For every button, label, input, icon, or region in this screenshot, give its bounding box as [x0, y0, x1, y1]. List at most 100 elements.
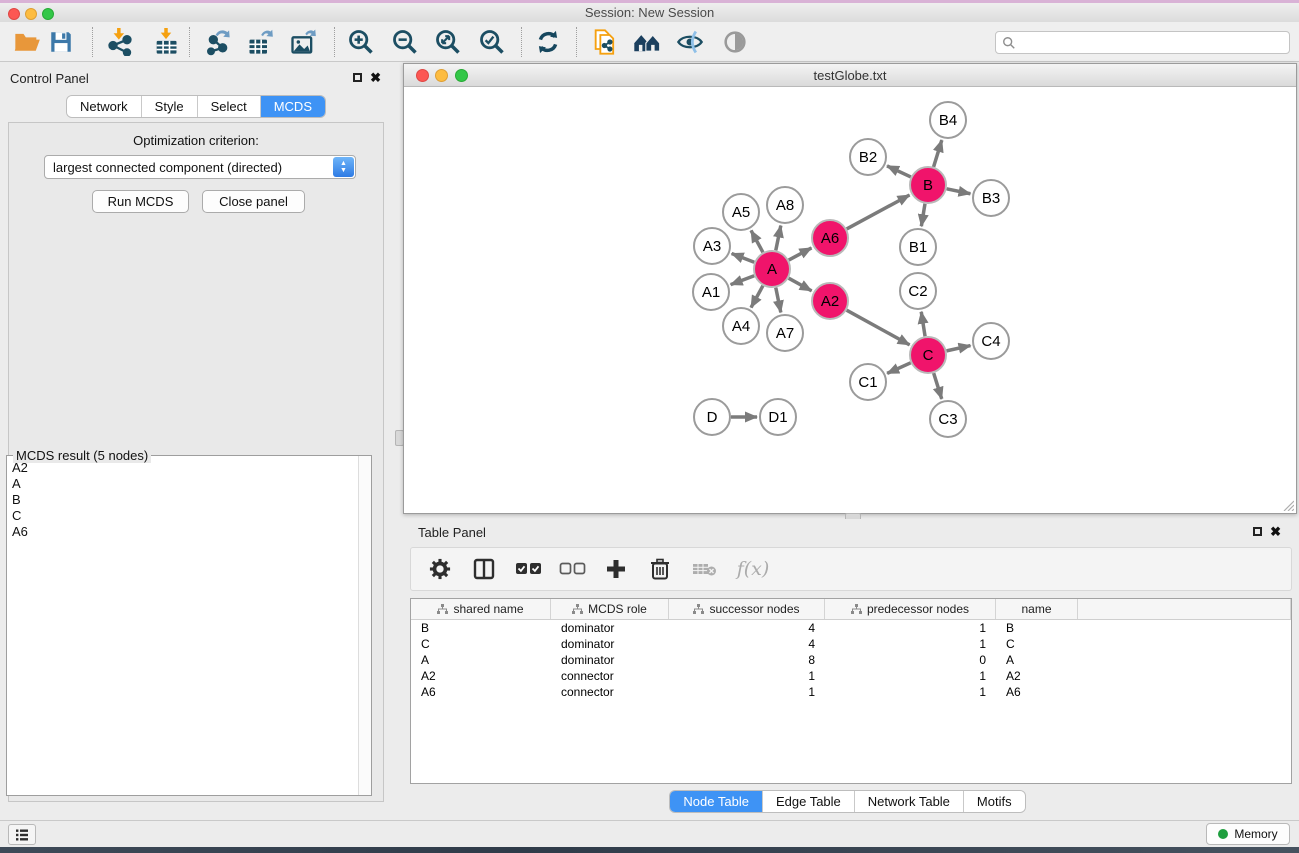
run-mcds-button[interactable]: Run MCDS: [92, 190, 189, 213]
window-resize-grip[interactable]: [1281, 498, 1294, 511]
node-A3[interactable]: A3: [694, 228, 730, 264]
node-C1[interactable]: C1: [850, 364, 886, 400]
tab-motifs[interactable]: Motifs: [964, 791, 1025, 812]
zoom-in-button[interactable]: [343, 25, 379, 59]
edge-A6-B[interactable]: [847, 195, 910, 229]
edge-A-A2[interactable]: [789, 278, 812, 291]
close-panel-button[interactable]: Close panel: [202, 190, 305, 213]
node-A[interactable]: A: [754, 251, 790, 287]
table-row[interactable]: Bdominator41B: [411, 620, 1291, 636]
edge-A-A1[interactable]: [731, 276, 755, 285]
show-panel-list-button[interactable]: [8, 824, 36, 845]
show-graphics-details-button[interactable]: [717, 25, 753, 59]
import-network-button[interactable]: [102, 25, 138, 59]
node-A5[interactable]: A5: [723, 194, 759, 230]
result-scrollbar[interactable]: [358, 456, 371, 795]
memory-button[interactable]: Memory: [1206, 823, 1290, 845]
edge-A-A3[interactable]: [732, 254, 755, 263]
mcds-result-item[interactable]: A: [7, 476, 358, 492]
edge-A-A6[interactable]: [789, 248, 812, 260]
add-column-button[interactable]: [601, 559, 631, 579]
node-B[interactable]: B: [910, 167, 946, 203]
tab-network[interactable]: Network: [67, 96, 142, 117]
tab-select[interactable]: Select: [198, 96, 261, 117]
edge-A-A4[interactable]: [751, 286, 763, 308]
edge-C-C3[interactable]: [934, 373, 942, 399]
table-row[interactable]: Adominator80A: [411, 652, 1291, 668]
edge-C-C4[interactable]: [947, 346, 971, 351]
edge-C-C1[interactable]: [887, 363, 911, 374]
hide-panels-button[interactable]: [672, 25, 708, 59]
column-header-name[interactable]: name: [996, 599, 1078, 619]
criterion-dropdown[interactable]: largest connected component (directed) ▲…: [44, 155, 356, 179]
delete-column-button[interactable]: [645, 558, 675, 580]
tab-network-table[interactable]: Network Table: [855, 791, 964, 812]
node-A4[interactable]: A4: [723, 308, 759, 344]
node-A6[interactable]: A6: [812, 220, 848, 256]
close-table-panel-icon[interactable]: ✖: [1270, 524, 1281, 540]
network-window-titlebar[interactable]: testGlobe.txt: [404, 64, 1296, 87]
table-settings-button[interactable]: [425, 558, 455, 580]
table-row[interactable]: A2connector11A2: [411, 668, 1291, 684]
node-C3[interactable]: C3: [930, 401, 966, 437]
deselect-all-button[interactable]: [557, 561, 587, 577]
tab-edge-table[interactable]: Edge Table: [763, 791, 855, 812]
node-B1[interactable]: B1: [900, 229, 936, 265]
float-table-panel-icon[interactable]: [1253, 524, 1262, 539]
edge-A-A5[interactable]: [751, 230, 763, 252]
column-header-MCDS-role[interactable]: MCDS role: [551, 599, 669, 619]
node-table[interactable]: shared nameMCDS rolesuccessor nodesprede…: [410, 598, 1292, 784]
table-row[interactable]: A6connector11A6: [411, 684, 1291, 700]
node-D1[interactable]: D1: [760, 399, 796, 435]
edge-B-B1[interactable]: [921, 204, 925, 227]
network-canvas[interactable]: B4B2BB3A8A5A6A3B1AC2A1A2A4A7C4CC1DD1C3: [404, 87, 1296, 513]
clone-network-button[interactable]: [587, 25, 623, 59]
toggle-columns-button[interactable]: [469, 557, 499, 581]
network-graph[interactable]: B4B2BB3A8A5A6A3B1AC2A1A2A4A7C4CC1DD1C3: [404, 87, 1296, 513]
node-C2[interactable]: C2: [900, 273, 936, 309]
node-A8[interactable]: A8: [767, 187, 803, 223]
float-panel-icon[interactable]: [353, 70, 362, 85]
edge-A-A8[interactable]: [776, 226, 781, 251]
column-header-predecessor-nodes[interactable]: predecessor nodes: [825, 599, 996, 619]
zoom-selected-button[interactable]: [474, 25, 510, 59]
export-image-button[interactable]: [285, 25, 321, 59]
edge-B-B4[interactable]: [934, 140, 942, 167]
mcds-result-item[interactable]: A2: [7, 460, 358, 476]
node-B3[interactable]: B3: [973, 180, 1009, 216]
search-input[interactable]: [1020, 36, 1289, 50]
mcds-result-item[interactable]: B: [7, 492, 358, 508]
zoom-fit-button[interactable]: [430, 25, 466, 59]
edge-A2-C[interactable]: [847, 310, 910, 345]
column-header-successor-nodes[interactable]: successor nodes: [669, 599, 825, 619]
zoom-out-button[interactable]: [387, 25, 423, 59]
tab-mcds[interactable]: MCDS: [261, 96, 325, 117]
edge-A-A7[interactable]: [776, 288, 781, 313]
import-table-button[interactable]: [148, 25, 184, 59]
node-A2[interactable]: A2: [812, 283, 848, 319]
export-table-button[interactable]: [242, 25, 278, 59]
refresh-layout-button[interactable]: [530, 25, 566, 59]
table-row[interactable]: Cdominator41C: [411, 636, 1291, 652]
mcds-result-item[interactable]: C: [7, 508, 358, 524]
node-C[interactable]: C: [910, 337, 946, 373]
node-B4[interactable]: B4: [930, 102, 966, 138]
tab-node-table[interactable]: Node Table: [670, 791, 763, 812]
tab-style[interactable]: Style: [142, 96, 198, 117]
node-A1[interactable]: A1: [693, 274, 729, 310]
edge-B-B3[interactable]: [947, 189, 971, 194]
network-search-box[interactable]: [995, 31, 1290, 54]
node-A7[interactable]: A7: [767, 315, 803, 351]
node-B2[interactable]: B2: [850, 139, 886, 175]
node-C4[interactable]: C4: [973, 323, 1009, 359]
select-all-button[interactable]: [513, 561, 543, 577]
export-network-button[interactable]: [200, 25, 236, 59]
open-file-button[interactable]: [9, 25, 45, 59]
mcds-result-list[interactable]: A2ABCA6: [7, 460, 358, 795]
edge-C-C2[interactable]: [921, 312, 925, 336]
edge-B-B2[interactable]: [887, 166, 911, 177]
mcds-result-item[interactable]: A6: [7, 524, 358, 540]
save-session-button[interactable]: [43, 25, 79, 59]
close-panel-icon[interactable]: ✖: [370, 70, 381, 86]
column-header-shared-name[interactable]: shared name: [411, 599, 551, 619]
